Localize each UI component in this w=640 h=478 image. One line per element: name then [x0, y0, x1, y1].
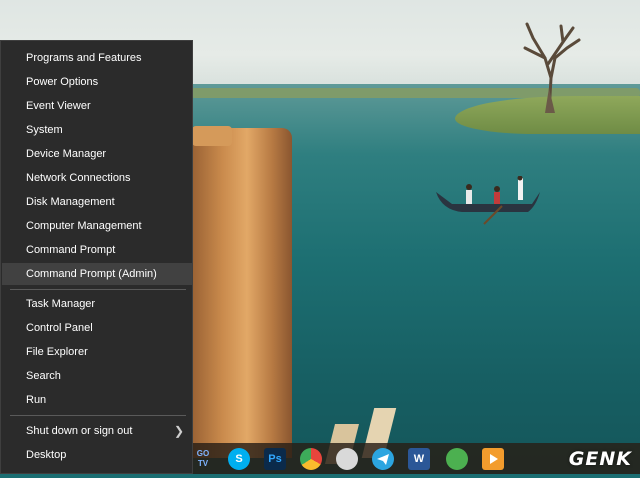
menu-separator	[10, 415, 186, 416]
menu-item-disk-management[interactable]: Disk Management	[2, 191, 192, 213]
play-icon	[490, 454, 498, 464]
menu-item-search[interactable]: Search	[2, 365, 192, 387]
menu-item-label: Network Connections	[26, 172, 131, 184]
menu-item-label: Power Options	[26, 76, 99, 88]
menu-item-device-manager[interactable]: Device Manager	[2, 143, 192, 165]
telegram-icon[interactable]	[372, 448, 394, 470]
menu-item-label: Task Manager	[26, 298, 96, 310]
photoshop-label: Ps	[268, 453, 282, 465]
menu-item-network-connections[interactable]: Network Connections	[2, 167, 192, 189]
menu-item-desktop[interactable]: Desktop	[2, 444, 192, 466]
chrome-icon[interactable]	[300, 448, 322, 470]
menu-item-event-viewer[interactable]: Event Viewer	[2, 95, 192, 117]
genk-watermark: GENK	[568, 448, 632, 470]
photoshop-icon[interactable]: Ps	[264, 448, 286, 470]
menu-item-label: Command Prompt	[26, 244, 116, 256]
chevron-right-icon: ❯	[173, 424, 184, 438]
menu-item-label: Programs and Features	[26, 52, 142, 64]
skype-label: S	[235, 453, 243, 465]
menu-item-label: Control Panel	[26, 322, 93, 334]
menu-item-label: File Explorer	[26, 346, 88, 358]
menu-item-system[interactable]: System	[2, 119, 192, 141]
paper-plane-icon	[377, 454, 389, 465]
menu-item-label: Run	[26, 394, 47, 406]
media-player-icon[interactable]	[482, 448, 504, 470]
menu-item-programs-and-features[interactable]: Programs and Features	[2, 47, 192, 69]
menu-item-label: Computer Management	[26, 220, 142, 232]
menu-item-command-prompt[interactable]: Command Prompt	[2, 239, 192, 261]
menu-item-label: Event Viewer	[26, 100, 91, 112]
wallpaper-dead-tree	[523, 22, 581, 113]
menu-item-power-options[interactable]: Power Options	[2, 71, 192, 93]
menu-item-command-prompt-admin[interactable]: Command Prompt (Admin)	[2, 263, 192, 285]
wallpaper-post-top	[192, 126, 232, 146]
paint-icon[interactable]	[336, 448, 358, 470]
menu-item-label: Device Manager	[26, 148, 107, 160]
skype-icon[interactable]: S	[228, 448, 250, 470]
menu-item-label: Search	[26, 370, 61, 382]
menu-item-label: Command Prompt (Admin)	[26, 268, 157, 280]
menu-item-computer-management[interactable]: Computer Management	[2, 215, 192, 237]
menu-item-label: Shut down or sign out	[26, 425, 133, 437]
messenger-icon[interactable]	[446, 448, 468, 470]
winx-power-menu: Programs and Features Power Options Even…	[0, 40, 193, 474]
go-tv-icon[interactable]: GO TV	[192, 448, 214, 471]
word-label: W	[413, 453, 425, 465]
menu-item-label: Disk Management	[26, 196, 115, 208]
menu-separator	[10, 289, 186, 290]
menu-item-label: System	[26, 124, 63, 136]
menu-item-control-panel[interactable]: Control Panel	[2, 317, 192, 339]
menu-item-label: Desktop	[26, 449, 67, 461]
word-icon[interactable]: W	[408, 448, 430, 470]
wallpaper-boat	[436, 176, 540, 225]
go-tv-label: GO TV	[196, 449, 210, 468]
menu-item-task-manager[interactable]: Task Manager	[2, 293, 192, 315]
menu-item-shut-down-or-sign-out[interactable]: Shut down or sign out ❯	[2, 420, 192, 442]
wallpaper-wooden-post	[192, 128, 292, 458]
menu-item-run[interactable]: Run	[2, 389, 192, 411]
menu-item-file-explorer[interactable]: File Explorer	[2, 341, 192, 363]
